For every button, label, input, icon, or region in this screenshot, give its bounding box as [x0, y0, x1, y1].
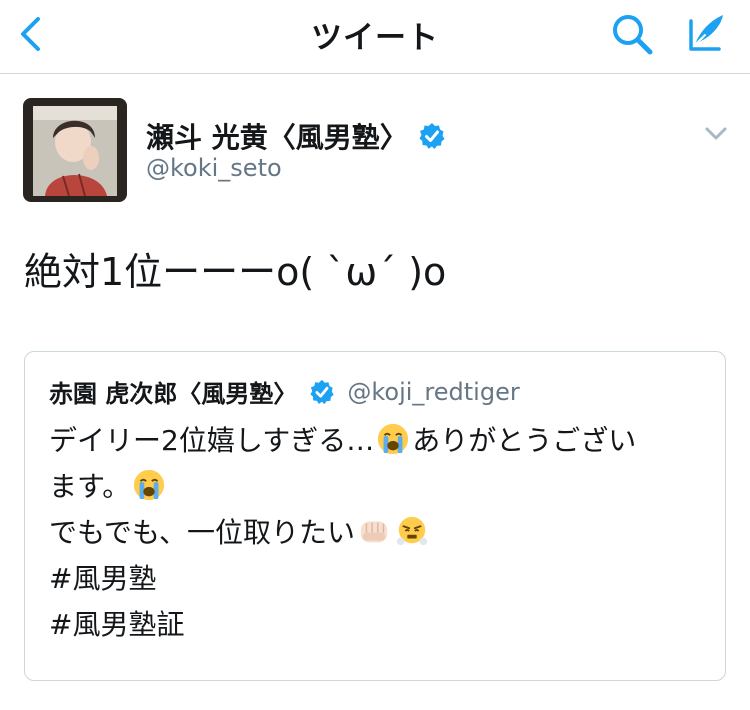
hashtag-link[interactable]: #風男塾証	[49, 602, 709, 648]
quoted-text-segment: ありがとうござい	[412, 424, 637, 457]
author-handle[interactable]: @koki_seto	[146, 154, 282, 182]
compose-button[interactable]	[680, 8, 730, 58]
quoted-text-line: ます。	[49, 464, 709, 510]
verified-badge-icon	[419, 123, 445, 149]
quoted-text-segment: ます。	[49, 470, 131, 503]
quoted-tweet-text: デイリー2位嬉しすぎる… ありがとうござい ます。 でもでも、一位取りたい #風…	[49, 418, 709, 648]
quoted-text-line: でもでも、一位取りたい	[49, 510, 709, 556]
quoted-author-row: 赤園 虎次郎〈風男塾〉 @koji_redtiger	[49, 374, 520, 409]
quoted-author-name: 赤園 虎次郎〈風男塾〉	[49, 380, 298, 408]
quoted-text-segment: でもでも、一位取りたい	[49, 516, 356, 549]
author-display-name: 瀬斗 光黄〈風男塾〉	[146, 121, 408, 154]
quoted-tweet-card[interactable]: 赤園 虎次郎〈風男塾〉 @koji_redtiger デイリー2位嬉しすぎる… …	[24, 351, 726, 681]
quoted-author-handle: @koji_redtiger	[347, 377, 520, 406]
loudly-crying-face-emoji	[134, 469, 165, 501]
tweet-options-button[interactable]	[700, 120, 732, 148]
verified-badge-icon	[310, 379, 334, 404]
search-icon	[613, 15, 653, 55]
loudly-crying-face-emoji	[378, 423, 409, 455]
nav-bar: ツイート	[0, 0, 750, 74]
quoted-text-segment: デイリー2位嬉しすぎる…	[49, 424, 375, 457]
quoted-text-line: デイリー2位嬉しすぎる… ありがとうござい	[49, 418, 709, 464]
chevron-down-icon	[705, 127, 727, 140]
avatar[interactable]	[23, 98, 127, 202]
face-with-steam-emoji	[396, 516, 428, 546]
hashtag-link[interactable]: #風男塾	[49, 556, 709, 602]
fist-emoji	[360, 521, 388, 543]
compose-quill-icon	[689, 15, 723, 51]
tweet-text: 絶対1位ーーーo( ˋωˊ )o	[24, 250, 447, 294]
author-name-row[interactable]: 瀬斗 光黄〈風男塾〉	[146, 116, 446, 156]
search-button[interactable]	[606, 10, 658, 58]
tweet-header: 瀬斗 光黄〈風男塾〉 @koki_seto	[0, 74, 750, 224]
